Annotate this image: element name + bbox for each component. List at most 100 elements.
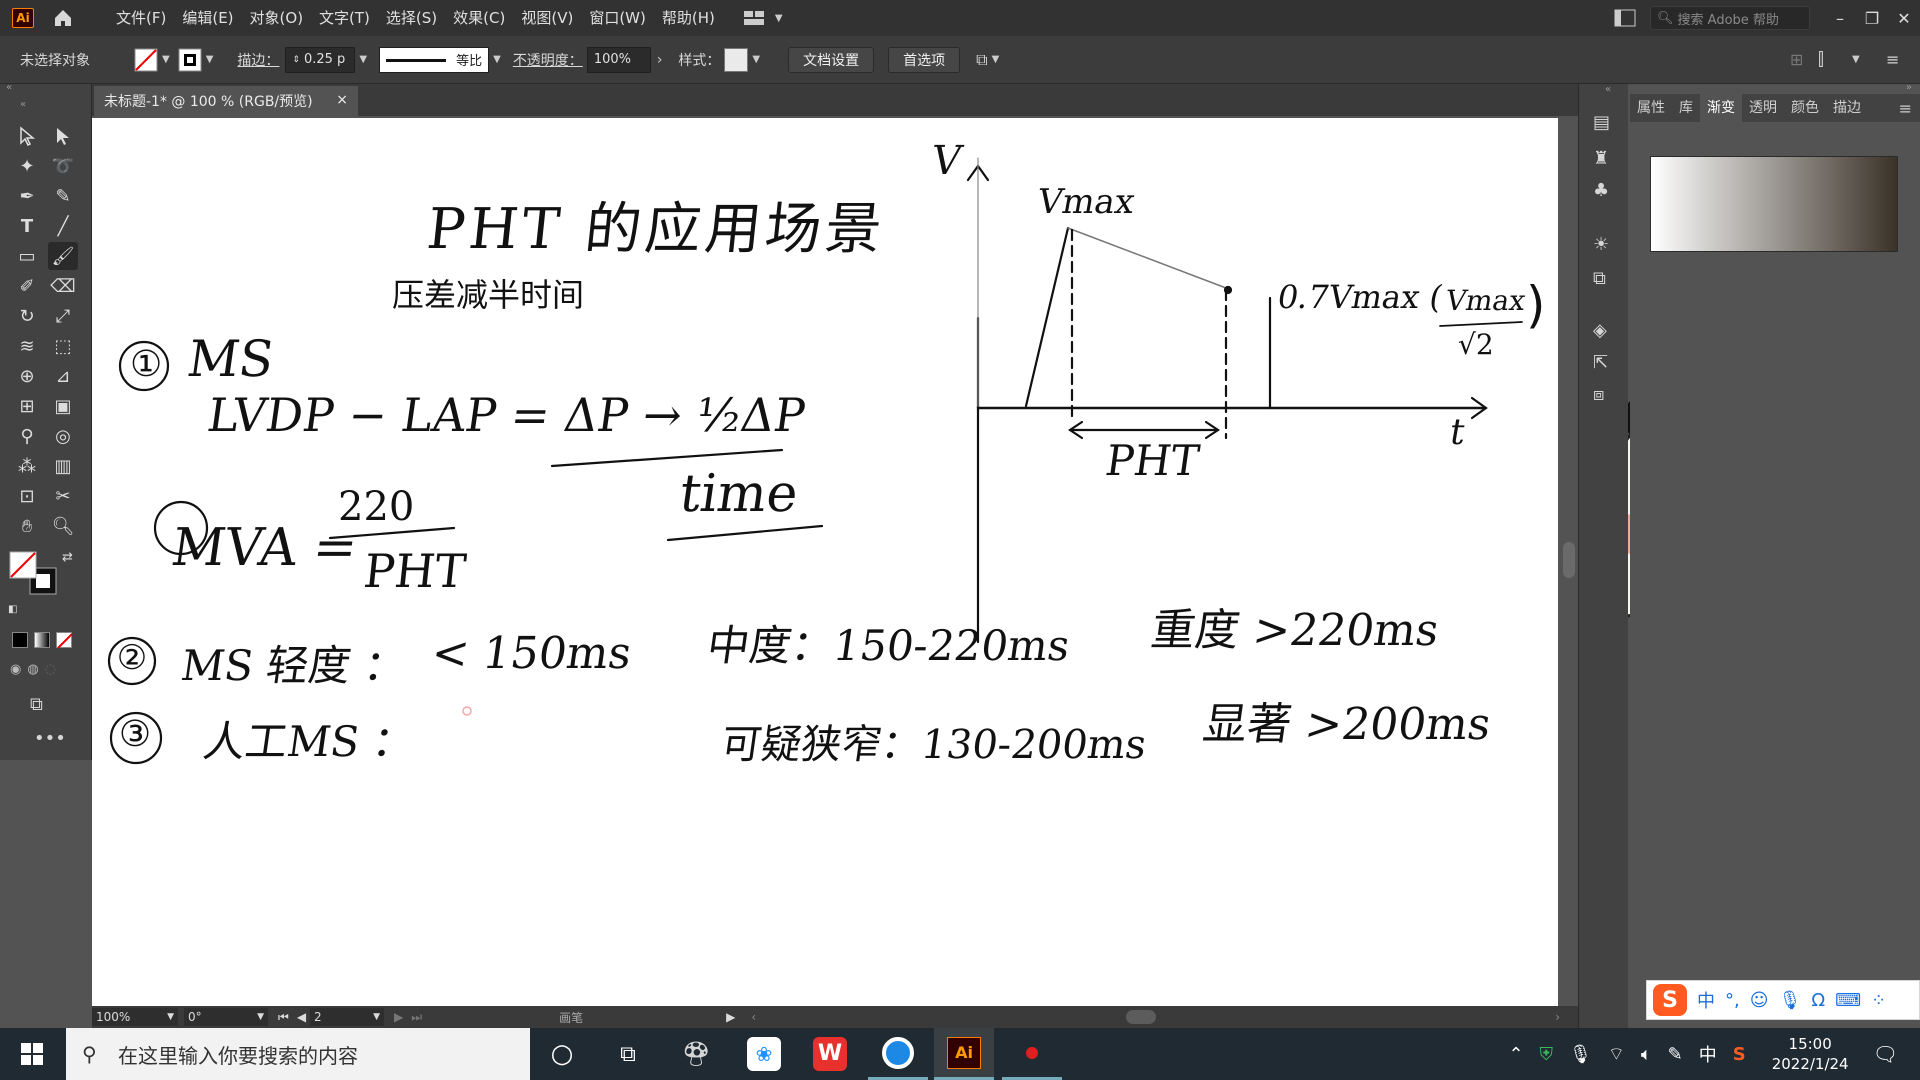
- recorder-icon[interactable]: [1002, 1028, 1062, 1080]
- draw-behind-icon[interactable]: ◍: [27, 662, 38, 677]
- collapse-icon[interactable]: «: [1605, 84, 1611, 95]
- lasso-tool-icon[interactable]: ➰: [48, 152, 78, 180]
- stroke-swatch[interactable]: ▼: [178, 48, 218, 72]
- artboards-panel-icon[interactable]: ⧈: [1593, 384, 1604, 405]
- pen-tool-icon[interactable]: ✒: [12, 182, 42, 210]
- tab-color[interactable]: 颜色: [1784, 94, 1826, 122]
- menu-effect[interactable]: 效果(C): [445, 0, 513, 36]
- sogou-tray-icon[interactable]: S: [1733, 1044, 1746, 1065]
- swap-colors-icon[interactable]: ⇄: [62, 550, 73, 565]
- canvas-scroll-thumb[interactable]: [1563, 542, 1575, 578]
- mesh-tool-icon[interactable]: ⊞: [12, 392, 42, 420]
- artboard-select[interactable]: 2 ▼: [310, 1008, 385, 1026]
- stroke-weight-field[interactable]: ⇕ 0.25 p: [285, 46, 356, 73]
- chevron-down-icon[interactable]: ▼: [992, 54, 1000, 65]
- properties-panel-icon[interactable]: ▤: [1593, 112, 1610, 133]
- layers-panel-icon[interactable]: ◈: [1593, 320, 1607, 341]
- panel-layout-icon[interactable]: ⫿: [1818, 49, 1824, 70]
- panel-menu-icon[interactable]: ≡: [1899, 99, 1912, 118]
- microphone-tray-icon[interactable]: 🎙︎: [1569, 1044, 1592, 1065]
- more-icon[interactable]: ⁘: [1871, 990, 1886, 1011]
- rectangle-tool-icon[interactable]: ▭: [12, 242, 42, 270]
- sogou-logo-icon[interactable]: S: [1653, 984, 1687, 1016]
- menu-help[interactable]: 帮助(H): [654, 0, 723, 36]
- puppet-warp-icon[interactable]: ♜: [1593, 148, 1609, 169]
- tab-gradient[interactable]: 渐变: [1700, 94, 1742, 122]
- keyboard-icon[interactable]: ⌨: [1835, 990, 1861, 1011]
- gradient-tool-icon[interactable]: ▣: [48, 392, 78, 420]
- scale-tool-icon[interactable]: ⤢: [48, 302, 78, 330]
- document-setup-button[interactable]: 文档设置: [788, 46, 875, 73]
- warp-tool-icon[interactable]: ≋: [12, 332, 42, 360]
- graphic-styles-icon[interactable]: ⧉: [1593, 268, 1606, 289]
- draw-normal-icon[interactable]: ◉: [10, 662, 21, 677]
- direct-selection-tool-icon[interactable]: [48, 122, 78, 150]
- style-swatch[interactable]: [724, 47, 749, 72]
- last-artboard-icon[interactable]: ⏭: [411, 1010, 422, 1025]
- ime-language[interactable]: 中: [1697, 987, 1715, 1013]
- rotation-select[interactable]: 0° ▼: [184, 1008, 268, 1026]
- volume-icon[interactable]: 🔈︎: [1641, 1044, 1652, 1065]
- export-panel-icon[interactable]: ⇱: [1593, 352, 1608, 373]
- arrange-icon[interactable]: ⧉: [976, 50, 987, 70]
- blend-tool-icon[interactable]: ◎: [48, 422, 78, 450]
- workspace-switcher[interactable]: ▼: [743, 10, 787, 26]
- cortana-icon[interactable]: ○: [532, 1028, 592, 1080]
- chevron-down-icon[interactable]: ▼: [1852, 54, 1860, 65]
- security-icon[interactable]: ⛨: [1540, 1044, 1554, 1065]
- help-search-input[interactable]: 🔍︎ 搜索 Adobe 帮助: [1650, 6, 1810, 30]
- stroke-label[interactable]: 描边：: [237, 50, 279, 70]
- start-button[interactable]: [0, 1028, 64, 1080]
- eraser-tool-icon[interactable]: ⌫: [48, 272, 78, 300]
- menu-window[interactable]: 窗口(W): [581, 0, 654, 36]
- app-icon-1[interactable]: 🍄︎: [666, 1028, 726, 1080]
- symbols-panel-icon[interactable]: ♣: [1593, 180, 1609, 201]
- stroke-profile-select[interactable]: 等比: [379, 46, 490, 73]
- tab-properties[interactable]: 属性: [1630, 94, 1672, 122]
- chevron-down-icon[interactable]: ▼: [493, 54, 501, 65]
- rotate-tool-icon[interactable]: ↻: [12, 302, 42, 330]
- browser-icon[interactable]: [868, 1028, 928, 1080]
- hand-tool-icon[interactable]: ✋︎: [12, 512, 42, 540]
- default-colors-icon[interactable]: ◧: [8, 604, 17, 615]
- close-window-button[interactable]: ✕: [1888, 9, 1920, 28]
- tab-libraries[interactable]: 库: [1672, 94, 1700, 122]
- tab-transparency[interactable]: 透明: [1742, 94, 1784, 122]
- illustrator-taskbar-icon[interactable]: Ai: [934, 1028, 994, 1080]
- punctuation-icon[interactable]: °,: [1725, 990, 1740, 1011]
- prev-artboard-icon[interactable]: ◀: [297, 1010, 306, 1024]
- symbol-icon[interactable]: Ω: [1811, 990, 1825, 1011]
- slice-tool-icon[interactable]: ✂: [48, 482, 78, 510]
- selection-tool-icon[interactable]: [12, 122, 42, 150]
- collapse-left-icon[interactable]: «: [6, 82, 12, 93]
- gradient-mode-button[interactable]: [34, 632, 50, 648]
- gradient-preview[interactable]: [1650, 156, 1898, 252]
- artboard[interactable]: PHT 的应用场景 压差减半时间 ① MS LVDP − LAP = ΔP → …: [92, 118, 1881, 1006]
- zoom-select[interactable]: 100% ▼: [92, 1008, 178, 1026]
- color-mode-button[interactable]: [12, 632, 28, 648]
- free-transform-tool-icon[interactable]: ⬚: [48, 332, 78, 360]
- opacity-field[interactable]: 100%: [586, 46, 651, 73]
- menu-icon[interactable]: ≡: [1886, 50, 1899, 69]
- appearance-panel-icon[interactable]: ☀: [1593, 234, 1609, 255]
- none-mode-button[interactable]: [56, 632, 73, 649]
- menu-view[interactable]: 视图(V): [513, 0, 581, 36]
- scroll-left-icon[interactable]: ‹: [751, 1010, 756, 1024]
- zoom-tool-icon[interactable]: 🔍︎: [48, 512, 78, 540]
- document-tab[interactable]: 未标题-1* @ 100 % (RGB/预览) ×: [94, 86, 358, 116]
- next-artboard-icon[interactable]: ▶: [394, 1010, 403, 1024]
- chevron-down-icon[interactable]: ▼: [752, 54, 760, 65]
- first-artboard-icon[interactable]: ⏮: [278, 1010, 289, 1025]
- symbol-sprayer-tool-icon[interactable]: ⁂: [12, 452, 42, 480]
- microphone-icon[interactable]: 🎙︎: [1779, 990, 1802, 1011]
- shape-builder-tool-icon[interactable]: ⊕: [12, 362, 42, 390]
- type-tool-icon[interactable]: T: [12, 212, 42, 240]
- stepper-icon[interactable]: ⇕: [292, 55, 300, 65]
- tab-stroke[interactable]: 描边: [1826, 94, 1868, 122]
- menu-object[interactable]: 对象(O): [242, 0, 312, 36]
- column-graph-tool-icon[interactable]: ▥: [48, 452, 78, 480]
- task-view-icon[interactable]: ⧉: [598, 1028, 658, 1080]
- chevron-right-icon[interactable]: ›: [657, 52, 663, 68]
- canvas-horizontal-scroll-thumb[interactable]: [1126, 1010, 1156, 1024]
- opacity-label[interactable]: 不透明度：: [513, 50, 583, 70]
